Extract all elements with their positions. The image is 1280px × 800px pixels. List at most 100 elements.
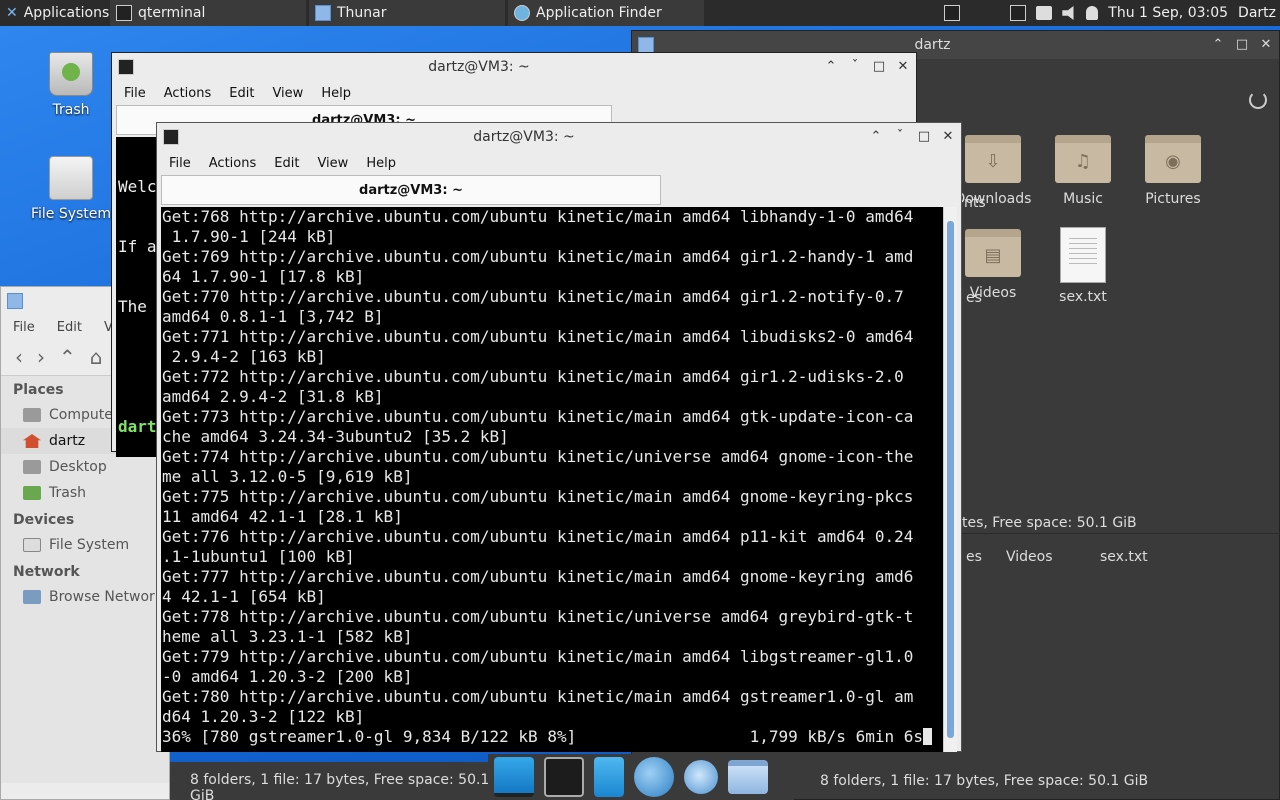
window-title: dartz — [914, 37, 951, 53]
list-label: sex.txt — [1100, 549, 1148, 565]
computer-icon — [23, 408, 41, 422]
terminal-launcher-icon[interactable] — [944, 5, 961, 21]
terminal-line: Get:775 http://archive.ubuntu.com/ubuntu… — [162, 487, 914, 506]
back-icon[interactable]: ‹ — [15, 345, 23, 369]
maximize-button[interactable]: □ — [1235, 38, 1249, 52]
tab-terminal[interactable]: dartz@VM3: ~ — [161, 175, 661, 205]
terminal-output[interactable]: Welc If a The dart — [116, 137, 160, 457]
downloads-folder-icon: ⇩ — [965, 135, 1021, 183]
terminal-line: Get:771 http://archive.ubuntu.com/ubuntu… — [162, 327, 914, 346]
terminal-cursor — [923, 728, 932, 745]
divider — [962, 533, 1280, 534]
terminal-progress-line: 36% [780 gstreamer1.0-gl 9,834 B/122 kB … — [162, 727, 943, 747]
sidebar-item-filesystem[interactable]: File System — [1, 532, 169, 558]
app-finder-icon[interactable] — [684, 760, 718, 794]
task-application-finder[interactable]: Application Finder — [508, 0, 704, 26]
sidebar-item-desktop[interactable]: Desktop — [1, 454, 169, 480]
sidebar-item-label: Desktop — [49, 459, 107, 475]
desktop-icon-trash[interactable]: Trash — [26, 52, 116, 118]
music-folder-icon: ♫ — [1055, 135, 1111, 183]
maximize-button[interactable]: □ — [872, 60, 886, 74]
terminal-line: 11 amd64 42.1-1 [28.1 kB] — [162, 507, 403, 526]
sidebar-item-browse-network[interactable]: Browse Network — [1, 584, 169, 610]
notification-icon[interactable] — [1086, 6, 1099, 20]
minimize-button[interactable]: ⌃ — [1211, 38, 1225, 52]
menu-view[interactable]: View — [272, 86, 303, 101]
sidebar-item-label: dartz — [49, 433, 86, 449]
network-heading: Network — [13, 564, 80, 580]
menu-actions[interactable]: Actions — [164, 86, 212, 101]
scrollbar-thumb[interactable] — [947, 221, 954, 738]
workspace-icon[interactable] — [1010, 5, 1027, 21]
task-thunar[interactable]: Thunar — [309, 0, 505, 26]
minimize-button[interactable]: ⌃ — [824, 60, 838, 74]
network-icon[interactable] — [1036, 6, 1053, 20]
forward-icon[interactable]: › — [37, 345, 45, 369]
text-file-icon — [1060, 227, 1106, 283]
terminal-line: Get:773 http://archive.ubuntu.com/ubuntu… — [162, 407, 914, 426]
terminal-output[interactable]: Get:768 http://archive.ubuntu.com/ubuntu… — [161, 207, 943, 752]
task-label: Application Finder — [536, 5, 662, 21]
refresh-icon[interactable] — [1249, 91, 1267, 109]
terminal-line: amd64 2.9.4-2 [31.8 kB] — [162, 387, 384, 406]
pictures-folder-icon: ◉ — [1145, 135, 1201, 183]
terminal-line: 64 1.7.90-1 [17.8 kB] — [162, 267, 365, 286]
menu-help[interactable]: Help — [366, 156, 396, 171]
minimize-button[interactable]: ⌃ — [869, 130, 883, 144]
home-icon — [23, 434, 41, 448]
file-item-sex-txt[interactable]: sex.txt — [1038, 227, 1128, 305]
terminal-line: amd64 0.8.1-1 [3,742 B] — [162, 307, 384, 326]
clock[interactable]: Thu 1 Sep, 03:05 — [1108, 5, 1228, 21]
folder-icon — [7, 293, 23, 309]
task-qterminal[interactable]: qterminal — [110, 0, 306, 26]
terminal-line: Get:772 http://archive.ubuntu.com/ubuntu… — [162, 367, 904, 386]
terminal-icon[interactable] — [544, 757, 584, 797]
applications-menu[interactable]: ✕ Applications — [0, 0, 110, 26]
terminal-line: .1-1ubuntu1 [100 kB] — [162, 547, 355, 566]
network-icon — [23, 590, 41, 604]
shade-button[interactable]: ˇ — [848, 60, 862, 74]
menu-bar: File Actions Edit View Help — [157, 151, 961, 175]
item-label: Pictures — [1145, 191, 1201, 207]
close-button[interactable]: ✕ — [896, 60, 910, 74]
scrollbar[interactable] — [943, 207, 957, 752]
volume-icon[interactable] — [1062, 6, 1074, 20]
menu-edit[interactable]: Edit — [57, 320, 82, 335]
menu-help[interactable]: Help — [321, 86, 351, 101]
web-browser-icon[interactable] — [634, 757, 674, 797]
title-bar: dartz@VM3: ~ ⌃ ˇ □ ✕ — [157, 123, 961, 151]
partial-label: es — [966, 549, 982, 565]
close-button[interactable]: ✕ — [941, 130, 955, 144]
menu-actions[interactable]: Actions — [209, 156, 257, 171]
folder-item-pictures[interactable]: ◉ Pictures — [1128, 135, 1218, 207]
menu-view[interactable]: View — [317, 156, 348, 171]
terminal-line: 1.7.90-1 [244 kB] — [162, 227, 336, 246]
partial-label: es — [966, 290, 982, 306]
desktop-icon-filesystem[interactable]: File System — [26, 156, 116, 222]
sidebar-item-label: File System — [49, 537, 130, 553]
show-desktop-icon[interactable] — [494, 757, 534, 797]
home-folder-icon[interactable] — [728, 760, 768, 794]
item-label: sex.txt — [1059, 289, 1107, 305]
trash-icon — [49, 52, 93, 96]
magnifier-icon — [514, 5, 530, 21]
menu-file[interactable]: File — [124, 86, 146, 101]
menu-edit[interactable]: Edit — [229, 86, 254, 101]
file-manager-icon[interactable] — [594, 757, 624, 797]
home-icon[interactable]: ⌂ — [90, 345, 103, 369]
menu-edit[interactable]: Edit — [274, 156, 299, 171]
menu-file[interactable]: File — [13, 320, 35, 335]
terminal-line: Get:774 http://archive.ubuntu.com/ubuntu… — [162, 447, 914, 466]
desktop-icon-label: Trash — [52, 102, 90, 118]
maximize-button[interactable]: □ — [917, 130, 931, 144]
folder-item-music[interactable]: ♫ Music — [1038, 135, 1128, 207]
close-button[interactable]: ✕ — [1259, 38, 1273, 52]
status-bar: 8 folders, 1 file: 17 bytes, Free space:… — [820, 773, 1149, 789]
terminal-icon — [118, 59, 134, 75]
shade-button[interactable]: ˇ — [893, 130, 907, 144]
menu-file[interactable]: File — [169, 156, 191, 171]
dock — [488, 754, 794, 800]
sidebar-item-trash[interactable]: Trash — [1, 480, 169, 506]
user-menu[interactable]: Dartz — [1238, 5, 1276, 21]
up-icon[interactable]: ⌃ — [59, 345, 76, 369]
